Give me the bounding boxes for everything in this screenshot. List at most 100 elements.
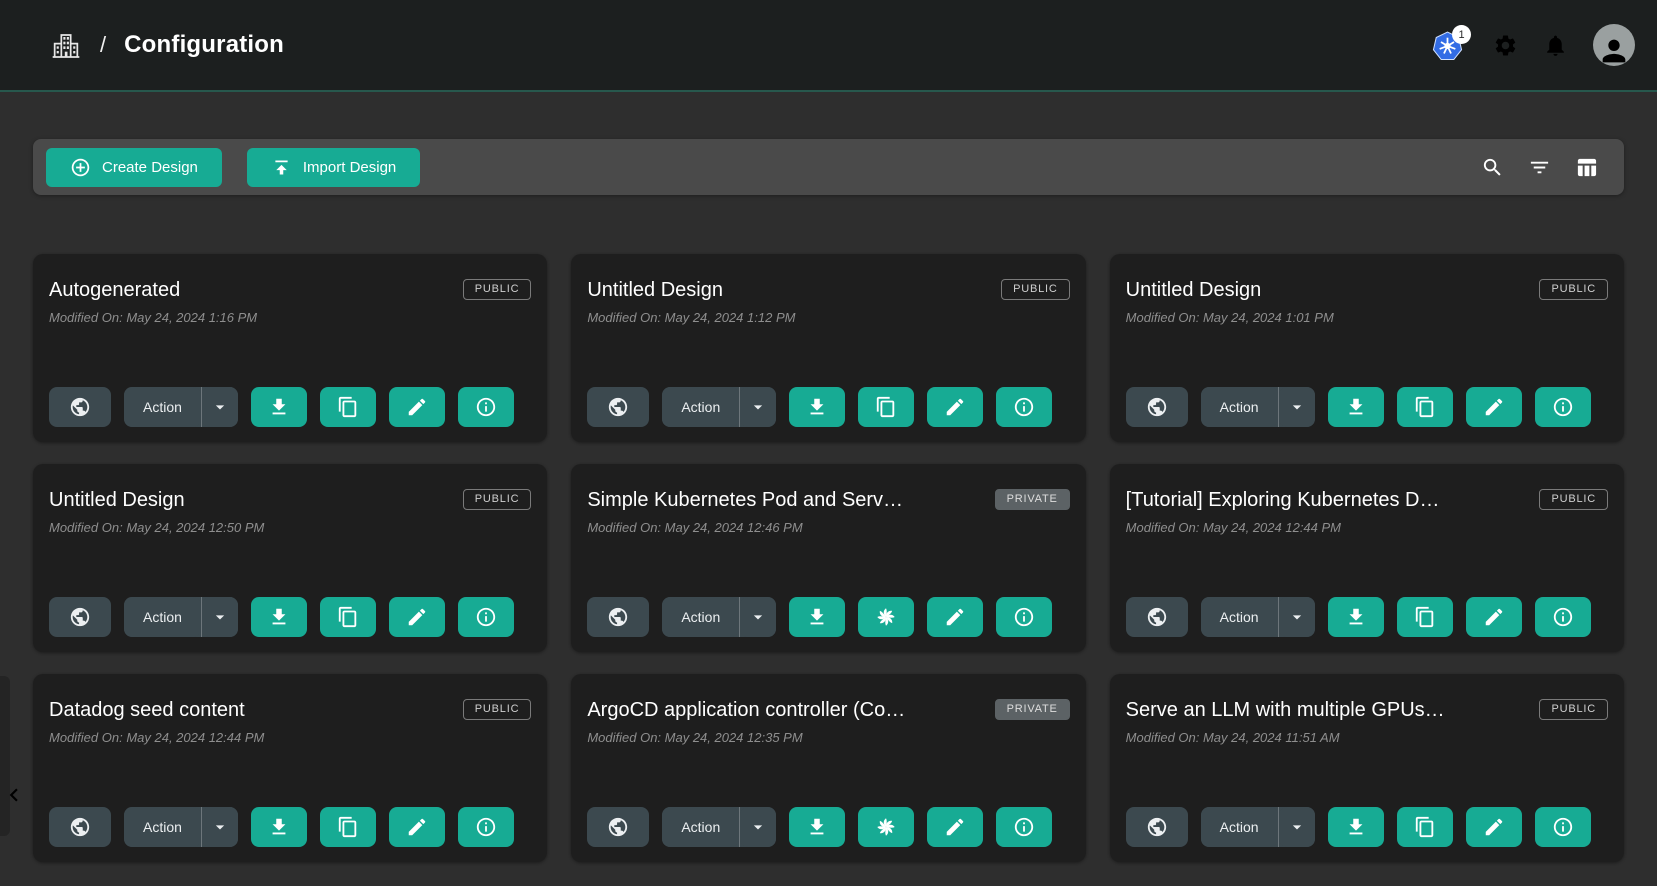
download-button[interactable] <box>1328 387 1384 427</box>
download-button[interactable] <box>789 387 845 427</box>
download-button[interactable] <box>789 807 845 847</box>
info-button[interactable] <box>996 387 1052 427</box>
action-button[interactable]: Action <box>124 387 201 427</box>
action-button[interactable]: Action <box>124 597 201 637</box>
edit-button[interactable] <box>1466 807 1522 847</box>
design-title: Autogenerated <box>49 279 439 302</box>
download-button[interactable] <box>251 387 307 427</box>
action-button[interactable]: Action <box>1201 807 1278 847</box>
design-card: Autogenerated PUBLIC Modified On: May 24… <box>33 254 547 442</box>
publish-globe-button[interactable] <box>1126 807 1188 847</box>
download-button[interactable] <box>1328 807 1384 847</box>
notifications-bell-icon[interactable] <box>1543 33 1568 58</box>
edit-button[interactable] <box>389 807 445 847</box>
publish-globe-button[interactable] <box>1126 597 1188 637</box>
action-dropdown-button[interactable] <box>1279 807 1315 847</box>
search-icon[interactable] <box>1481 156 1504 179</box>
action-button[interactable]: Action <box>662 387 739 427</box>
info-button[interactable] <box>996 807 1052 847</box>
download-button[interactable] <box>789 597 845 637</box>
action-split-button: Action <box>1201 807 1315 847</box>
card-action-row: Action <box>1126 807 1608 847</box>
info-button[interactable] <box>458 597 514 637</box>
publish-globe-button[interactable] <box>49 807 111 847</box>
design-swirl-icon <box>875 816 897 838</box>
download-button[interactable] <box>251 807 307 847</box>
action-dropdown-button[interactable] <box>202 597 238 637</box>
info-icon <box>1552 606 1574 628</box>
action-split-button: Action <box>662 597 776 637</box>
action-dropdown-button[interactable] <box>1279 387 1315 427</box>
modified-date: Modified On: May 24, 2024 1:12 PM <box>587 310 1069 325</box>
copy-button[interactable] <box>1397 807 1453 847</box>
edit-button[interactable] <box>1466 387 1522 427</box>
card-action-row: Action <box>587 387 1069 427</box>
chevron-down-icon <box>210 607 230 627</box>
edit-button[interactable] <box>927 597 983 637</box>
copy-button[interactable] <box>320 807 376 847</box>
download-icon <box>1345 606 1367 628</box>
edit-button[interactable] <box>389 387 445 427</box>
info-button[interactable] <box>996 597 1052 637</box>
import-design-button[interactable]: Import Design <box>247 148 420 187</box>
design-card: Simple Kubernetes Pod and Serv… PRIVATE … <box>571 464 1085 652</box>
organization-building-icon[interactable] <box>50 28 82 62</box>
edit-button[interactable] <box>389 597 445 637</box>
action-dropdown-button[interactable] <box>202 807 238 847</box>
copy-button[interactable] <box>1397 597 1453 637</box>
publish-globe-button[interactable] <box>49 387 111 427</box>
download-button[interactable] <box>251 597 307 637</box>
action-dropdown-button[interactable] <box>1279 597 1315 637</box>
publish-globe-button[interactable] <box>587 387 649 427</box>
publish-globe-button[interactable] <box>49 597 111 637</box>
action-button[interactable]: Action <box>662 597 739 637</box>
info-icon <box>475 816 497 838</box>
publish-globe-button[interactable] <box>1126 387 1188 427</box>
copy-button[interactable] <box>320 387 376 427</box>
info-button[interactable] <box>1535 597 1591 637</box>
settings-gear-icon[interactable] <box>1493 33 1518 58</box>
action-split-button: Action <box>662 807 776 847</box>
info-button[interactable] <box>1535 807 1591 847</box>
edit-button[interactable] <box>927 807 983 847</box>
info-button[interactable] <box>458 807 514 847</box>
chevron-left-icon[interactable] <box>1 782 27 808</box>
pencil-icon <box>406 396 428 418</box>
action-button[interactable]: Action <box>662 807 739 847</box>
pencil-icon <box>1483 396 1505 418</box>
info-button[interactable] <box>458 387 514 427</box>
appbar-actions: 1 <box>1432 24 1635 66</box>
action-button[interactable]: Action <box>124 807 201 847</box>
swirl-button[interactable] <box>858 807 914 847</box>
info-icon <box>1552 396 1574 418</box>
edit-button[interactable] <box>1466 597 1522 637</box>
design-card: Untitled Design PUBLIC Modified On: May … <box>33 464 547 652</box>
table-view-icon[interactable] <box>1575 156 1598 179</box>
action-button-label: Action <box>1220 609 1259 625</box>
publish-globe-button[interactable] <box>587 807 649 847</box>
modified-date: Modified On: May 24, 2024 12:50 PM <box>49 520 531 535</box>
publish-globe-button[interactable] <box>587 597 649 637</box>
action-dropdown-button[interactable] <box>740 387 776 427</box>
user-avatar[interactable] <box>1593 24 1635 66</box>
swirl-button[interactable] <box>858 597 914 637</box>
action-button[interactable]: Action <box>1201 597 1278 637</box>
copy-button[interactable] <box>858 387 914 427</box>
action-button-label: Action <box>681 819 720 835</box>
add-circle-icon <box>70 157 91 178</box>
design-title: Untitled Design <box>587 279 977 302</box>
action-dropdown-button[interactable] <box>740 807 776 847</box>
edit-button[interactable] <box>927 387 983 427</box>
create-design-button[interactable]: Create Design <box>46 148 222 187</box>
toolbar-view-controls <box>1481 156 1598 179</box>
copy-button[interactable] <box>1397 387 1453 427</box>
kubernetes-context-button[interactable]: 1 <box>1432 28 1468 62</box>
action-button-label: Action <box>1220 399 1259 415</box>
action-dropdown-button[interactable] <box>740 597 776 637</box>
copy-button[interactable] <box>320 597 376 637</box>
download-button[interactable] <box>1328 597 1384 637</box>
action-button[interactable]: Action <box>1201 387 1278 427</box>
info-button[interactable] <box>1535 387 1591 427</box>
action-dropdown-button[interactable] <box>202 387 238 427</box>
filter-icon[interactable] <box>1528 156 1551 179</box>
